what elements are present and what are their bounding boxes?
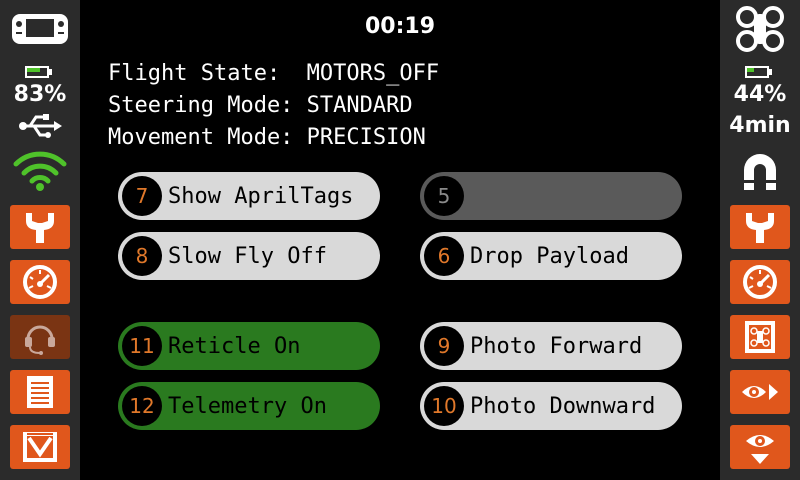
wrench-icon xyxy=(26,213,54,243)
button-label: Photo Downward xyxy=(470,393,656,419)
left-sidebar: 83% xyxy=(0,0,80,480)
button-label: Slow Fly Off xyxy=(168,243,327,269)
button-number: 10 xyxy=(424,386,464,426)
document-button[interactable] xyxy=(10,370,70,414)
view-forward-button[interactable] xyxy=(730,370,790,414)
button-number: 9 xyxy=(424,326,464,366)
button-number: 8 xyxy=(122,236,162,276)
telemetry-toggle-button[interactable]: 12 Telemetry On xyxy=(118,382,380,430)
eye-forward-icon xyxy=(742,384,778,400)
document-icon xyxy=(27,376,53,408)
inbox-button[interactable] xyxy=(10,425,70,469)
button-label: Show AprilTags xyxy=(168,183,354,209)
flight-time-remaining: 4min xyxy=(729,113,791,138)
wrench-button[interactable] xyxy=(730,205,790,249)
wrench-button[interactable] xyxy=(10,205,70,249)
drone-battery-percent: 44% xyxy=(733,82,787,107)
slow-fly-off-button[interactable]: 8 Slow Fly Off xyxy=(118,232,380,280)
button-label: Drop Payload xyxy=(470,243,629,269)
button-label: Telemetry On xyxy=(168,393,327,419)
gauge-button[interactable] xyxy=(10,260,70,304)
controller-battery-percent: 83% xyxy=(13,82,67,107)
inbox-icon xyxy=(23,432,57,462)
button-number: 12 xyxy=(122,386,162,426)
button-number: 6 xyxy=(424,236,464,276)
button-label: Photo Forward xyxy=(470,333,643,359)
reticle-toggle-button[interactable]: 11 Reticle On xyxy=(118,322,380,370)
headset-icon xyxy=(25,325,55,355)
gauge-button[interactable] xyxy=(730,260,790,304)
drone-config-icon xyxy=(745,321,775,353)
drone-icon xyxy=(735,6,785,52)
drop-payload-button[interactable]: 6 Drop Payload xyxy=(420,232,682,280)
usb-icon xyxy=(18,112,62,140)
right-sidebar: 44% 4min xyxy=(720,0,800,480)
button-label: Reticle On xyxy=(168,333,301,359)
steering-mode: Steering Mode: STANDARD xyxy=(108,93,413,118)
button-number: 5 xyxy=(424,176,464,216)
button-number: 7 xyxy=(122,176,162,216)
wifi-icon xyxy=(12,148,68,192)
controller-icon xyxy=(10,10,70,48)
photo-downward-button[interactable]: 10 Photo Downward xyxy=(420,382,682,430)
magnet-icon xyxy=(738,150,782,192)
gauge-icon xyxy=(743,265,777,299)
flight-state: Flight State: MOTORS_OFF xyxy=(108,61,440,86)
button-number: 11 xyxy=(122,326,162,366)
movement-mode: Movement Mode: PRECISION xyxy=(108,125,426,150)
view-downward-button[interactable] xyxy=(730,425,790,469)
flight-clock: 00:19 xyxy=(364,14,436,39)
headset-button[interactable] xyxy=(10,315,70,359)
wrench-icon xyxy=(746,213,774,243)
gauge-icon xyxy=(23,265,57,299)
show-apriltags-button[interactable]: 7 Show AprilTags xyxy=(118,172,380,220)
photo-forward-button[interactable]: 9 Photo Forward xyxy=(420,322,682,370)
eye-down-icon xyxy=(746,435,774,464)
drone-config-button[interactable] xyxy=(730,315,790,359)
button-5-empty[interactable]: 5 xyxy=(420,172,682,220)
